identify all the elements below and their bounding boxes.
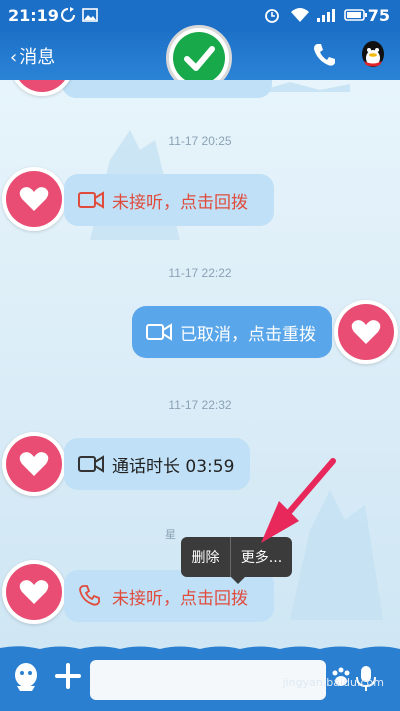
qq-avatar-icon[interactable] (356, 38, 390, 72)
image-icon (82, 8, 98, 22)
wifi-icon (291, 8, 309, 22)
delete-menu-item[interactable]: 删除 (181, 537, 231, 577)
wave-decoration (0, 646, 400, 654)
heart-icon (19, 187, 49, 211)
video-camera-icon (146, 323, 172, 341)
back-button[interactable]: ‹ 消息 (10, 43, 55, 69)
signal-icon (317, 9, 335, 22)
battery-level: 75 (367, 6, 390, 25)
message-text: 未接听，点击回拨 (112, 192, 248, 213)
video-camera-icon (78, 455, 104, 473)
heart-icon (351, 320, 381, 344)
plus-icon[interactable] (54, 662, 82, 690)
message-text: 未接听，点击回拨 (112, 588, 248, 609)
message-text: 通话时长 03:59 (112, 456, 235, 477)
video-camera-icon (78, 191, 104, 209)
heart-icon (19, 452, 49, 476)
message-bubble[interactable]: 通话时长 03:59 (64, 438, 250, 490)
phone-icon (79, 585, 100, 606)
message-timestamp: 星 (165, 528, 176, 541)
message-bubble-partial[interactable] (62, 80, 272, 98)
emoji-face-icon[interactable] (12, 662, 40, 692)
battery-icon (344, 9, 367, 21)
status-time: 21:19 (8, 6, 59, 25)
alarm-icon (265, 9, 279, 23)
watermark: jingyan.baidu.com (282, 676, 384, 689)
annotation-arrow (261, 458, 336, 543)
context-menu-pointer (231, 577, 245, 584)
contact-avatar[interactable] (2, 167, 66, 231)
sync-icon (61, 7, 75, 22)
message-bubble[interactable]: 未接听，点击回拨 (64, 174, 274, 226)
phone-icon[interactable] (312, 42, 336, 68)
contact-avatar[interactable] (2, 560, 66, 624)
message-text: 已取消，点击重拨 (180, 324, 316, 345)
message-timestamp: 11-17 22:22 (168, 266, 232, 280)
contact-avatar[interactable] (2, 432, 66, 496)
heart-icon (19, 580, 49, 604)
message-bubble[interactable]: 已取消，点击重拨 (132, 306, 332, 358)
chevron-left-icon: ‹ (10, 47, 18, 68)
message-timestamp: 11-17 20:25 (168, 134, 232, 148)
message-timestamp: 11-17 22:32 (168, 398, 232, 412)
my-avatar[interactable] (334, 300, 398, 364)
back-label: 消息 (19, 47, 56, 68)
